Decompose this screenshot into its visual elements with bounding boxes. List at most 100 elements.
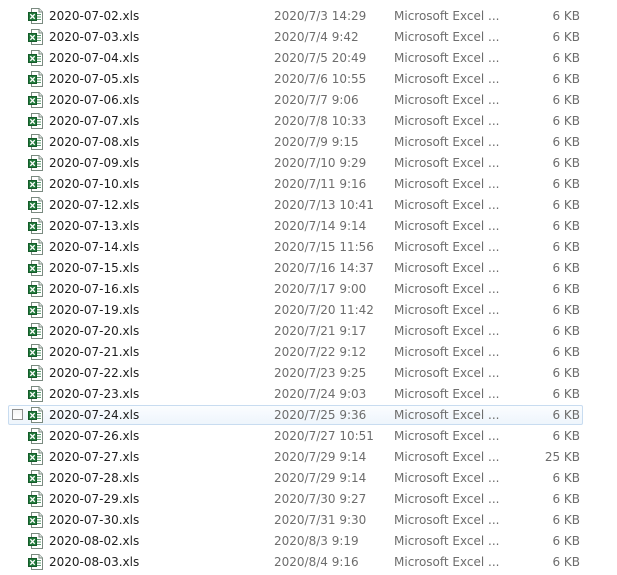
file-name[interactable]: 2020-07-13.xls — [49, 216, 139, 236]
file-row[interactable]: 2020-08-02.xls 2020/8/3 9:19 Microsoft E… — [0, 531, 617, 552]
file-name[interactable]: 2020-07-05.xls — [49, 69, 139, 89]
file-row[interactable]: 2020-07-24.xls 2020/7/25 9:36 Microsoft … — [0, 405, 617, 426]
file-name[interactable]: 2020-07-30.xls — [49, 510, 139, 530]
file-name[interactable]: 2020-07-06.xls — [49, 90, 139, 110]
excel-file-icon — [28, 260, 44, 276]
file-row[interactable]: 2020-07-22.xls 2020/7/23 9:25 Microsoft … — [0, 363, 617, 384]
file-row[interactable]: 2020-08-03.xls 2020/8/4 9:16 Microsoft E… — [0, 552, 617, 573]
file-modified-date: 2020/7/29 9:14 — [274, 450, 367, 464]
file-size: 6 KB — [552, 534, 580, 548]
excel-file-icon — [28, 176, 44, 192]
file-name[interactable]: 2020-07-20.xls — [49, 321, 139, 341]
file-row[interactable]: 2020-07-23.xls 2020/7/24 9:03 Microsoft … — [0, 384, 617, 405]
file-name[interactable]: 2020-07-02.xls — [49, 6, 139, 26]
file-type: Microsoft Excel ... — [394, 513, 500, 527]
file-type: Microsoft Excel ... — [394, 114, 500, 128]
file-row[interactable]: 2020-07-27.xls 2020/7/29 9:14 Microsoft … — [0, 447, 617, 468]
file-modified-date: 2020/7/23 9:25 — [274, 366, 367, 380]
excel-file-icon — [28, 50, 44, 66]
file-row[interactable]: 2020-07-04.xls 2020/7/5 20:49 Microsoft … — [0, 48, 617, 69]
file-type: Microsoft Excel ... — [394, 156, 500, 170]
file-name[interactable]: 2020-07-03.xls — [49, 27, 139, 47]
file-row[interactable]: 2020-07-20.xls 2020/7/21 9:17 Microsoft … — [0, 321, 617, 342]
file-row[interactable]: 2020-07-15.xls 2020/7/16 14:37 Microsoft… — [0, 258, 617, 279]
file-name[interactable]: 2020-08-03.xls — [49, 552, 139, 572]
file-type: Microsoft Excel ... — [394, 345, 500, 359]
file-name[interactable]: 2020-07-14.xls — [49, 237, 139, 257]
file-row[interactable]: 2020-07-21.xls 2020/7/22 9:12 Microsoft … — [0, 342, 617, 363]
file-name[interactable]: 2020-07-29.xls — [49, 489, 139, 509]
file-modified-date: 2020/7/10 9:29 — [274, 156, 367, 170]
file-name[interactable]: 2020-07-07.xls — [49, 111, 139, 131]
file-type: Microsoft Excel ... — [394, 429, 500, 443]
file-name[interactable]: 2020-08-02.xls — [49, 531, 139, 551]
excel-file-icon — [28, 281, 44, 297]
file-size: 6 KB — [552, 198, 580, 212]
file-modified-date: 2020/7/3 14:29 — [274, 9, 367, 23]
file-type: Microsoft Excel ... — [394, 471, 500, 485]
row-select-checkbox[interactable] — [12, 409, 23, 420]
file-name[interactable]: 2020-07-04.xls — [49, 48, 139, 68]
file-type: Microsoft Excel ... — [394, 366, 500, 380]
file-size: 6 KB — [552, 240, 580, 254]
file-row[interactable]: 2020-07-26.xls 2020/7/27 10:51 Microsoft… — [0, 426, 617, 447]
file-modified-date: 2020/7/21 9:17 — [274, 324, 367, 338]
file-modified-date: 2020/7/5 20:49 — [274, 51, 367, 65]
file-row[interactable]: 2020-07-19.xls 2020/7/20 11:42 Microsoft… — [0, 300, 617, 321]
excel-file-icon — [28, 470, 44, 486]
excel-file-icon — [28, 155, 44, 171]
file-name[interactable]: 2020-07-19.xls — [49, 300, 139, 320]
file-name[interactable]: 2020-07-28.xls — [49, 468, 139, 488]
excel-file-icon — [28, 533, 44, 549]
file-row[interactable]: 2020-07-16.xls 2020/7/17 9:00 Microsoft … — [0, 279, 617, 300]
file-name[interactable]: 2020-07-24.xls — [49, 405, 139, 425]
file-modified-date: 2020/7/17 9:00 — [274, 282, 367, 296]
excel-file-icon — [28, 113, 44, 129]
file-size: 6 KB — [552, 387, 580, 401]
file-row[interactable]: 2020-07-30.xls 2020/7/31 9:30 Microsoft … — [0, 510, 617, 531]
file-type: Microsoft Excel ... — [394, 135, 500, 149]
file-name[interactable]: 2020-07-15.xls — [49, 258, 139, 278]
file-row[interactable]: 2020-07-09.xls 2020/7/10 9:29 Microsoft … — [0, 153, 617, 174]
file-row[interactable]: 2020-07-14.xls 2020/7/15 11:56 Microsoft… — [0, 237, 617, 258]
file-row[interactable]: 2020-07-03.xls 2020/7/4 9:42 Microsoft E… — [0, 27, 617, 48]
file-size: 6 KB — [552, 9, 580, 23]
file-size: 6 KB — [552, 492, 580, 506]
excel-file-icon — [28, 449, 44, 465]
file-row[interactable]: 2020-07-10.xls 2020/7/11 9:16 Microsoft … — [0, 174, 617, 195]
excel-file-icon — [28, 134, 44, 150]
file-name[interactable]: 2020-07-26.xls — [49, 426, 139, 446]
file-row[interactable]: 2020-07-05.xls 2020/7/6 10:55 Microsoft … — [0, 69, 617, 90]
file-type: Microsoft Excel ... — [394, 240, 500, 254]
file-size: 6 KB — [552, 303, 580, 317]
file-name[interactable]: 2020-07-08.xls — [49, 132, 139, 152]
file-size: 6 KB — [552, 471, 580, 485]
file-row[interactable]: 2020-07-28.xls 2020/7/29 9:14 Microsoft … — [0, 468, 617, 489]
file-name[interactable]: 2020-07-10.xls — [49, 174, 139, 194]
file-modified-date: 2020/7/29 9:14 — [274, 471, 367, 485]
file-name[interactable]: 2020-07-27.xls — [49, 447, 139, 467]
file-size: 6 KB — [552, 51, 580, 65]
file-type: Microsoft Excel ... — [394, 93, 500, 107]
file-type: Microsoft Excel ... — [394, 219, 500, 233]
file-modified-date: 2020/7/25 9:36 — [274, 408, 367, 422]
file-name[interactable]: 2020-07-23.xls — [49, 384, 139, 404]
file-name[interactable]: 2020-07-21.xls — [49, 342, 139, 362]
file-row[interactable]: 2020-07-29.xls 2020/7/30 9:27 Microsoft … — [0, 489, 617, 510]
file-name[interactable]: 2020-07-22.xls — [49, 363, 139, 383]
file-name[interactable]: 2020-07-16.xls — [49, 279, 139, 299]
file-modified-date: 2020/8/4 9:16 — [274, 555, 359, 569]
file-row[interactable]: 2020-07-02.xls 2020/7/3 14:29 Microsoft … — [0, 6, 617, 27]
file-row[interactable]: 2020-07-06.xls 2020/7/7 9:06 Microsoft E… — [0, 90, 617, 111]
file-row[interactable]: 2020-07-13.xls 2020/7/14 9:14 Microsoft … — [0, 216, 617, 237]
file-type: Microsoft Excel ... — [394, 555, 500, 569]
excel-file-icon — [28, 512, 44, 528]
file-row[interactable]: 2020-07-08.xls 2020/7/9 9:15 Microsoft E… — [0, 132, 617, 153]
file-modified-date: 2020/7/7 9:06 — [274, 93, 359, 107]
file-row[interactable]: 2020-07-12.xls 2020/7/13 10:41 Microsoft… — [0, 195, 617, 216]
file-row[interactable]: 2020-07-07.xls 2020/7/8 10:33 Microsoft … — [0, 111, 617, 132]
file-modified-date: 2020/7/4 9:42 — [274, 30, 359, 44]
file-name[interactable]: 2020-07-12.xls — [49, 195, 139, 215]
file-name[interactable]: 2020-07-09.xls — [49, 153, 139, 173]
file-size: 6 KB — [552, 72, 580, 86]
